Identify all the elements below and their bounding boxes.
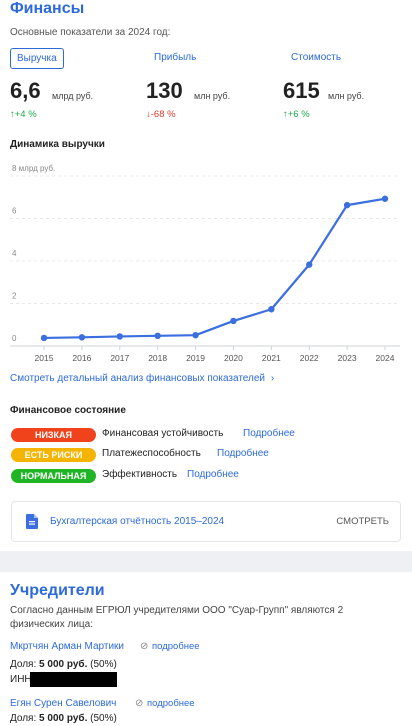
revenue-series-line [43, 197, 386, 340]
data-point [306, 261, 313, 268]
data-point [381, 195, 389, 202]
x-tick-label: 2016 [72, 353, 91, 363]
state-label-solvency: Платежеспособность [102, 448, 201, 459]
value-delta: ↑+6 % [283, 109, 310, 120]
owner-1-share-pct: (50%) [90, 659, 117, 670]
status-badge-risk: ЕСТЬ РИСКИ [11, 448, 96, 462]
state-label-efficiency: Эффективность [102, 469, 178, 480]
profit-unit: млн руб. [194, 91, 231, 101]
state-label-stability: Финансовая устойчивость [102, 428, 224, 439]
owner-2-share: Доля: 5 000 руб. (50%) [10, 713, 117, 724]
report-view-button[interactable]: СМОТРЕТЬ [336, 516, 389, 527]
owner-2-share-value: 5 000 руб. [39, 713, 88, 724]
finances-title: Финансы [10, 0, 85, 17]
data-point [343, 201, 351, 209]
analysis-link[interactable]: Смотреть детальный анализ финансовых пок… [10, 373, 274, 384]
finances-subtitle: Основные показатели за 2024 год: [10, 27, 171, 38]
tab-revenue[interactable]: Выручка [10, 48, 64, 69]
data-point [40, 334, 48, 342]
owner-1-inn: ИНН [10, 674, 32, 685]
data-point [116, 333, 123, 340]
x-tick-label: 2019 [186, 353, 205, 363]
data-point [268, 306, 275, 313]
x-tick-label: 2023 [338, 353, 357, 363]
owner-2-share-pct: (50%) [90, 713, 117, 724]
report-label: Бухгалтерская отчётность 2015–2024 [50, 516, 225, 527]
status-badge-low: НИЗКАЯ [11, 428, 96, 442]
redacted-block [30, 672, 117, 687]
revenue-value: 6,6 [10, 78, 41, 103]
y-tick-label: 2 [12, 292, 17, 301]
owners-title: Учредители [10, 582, 105, 599]
x-tick-label: 2022 [300, 353, 319, 363]
x-tick-label: 2021 [262, 353, 281, 363]
y-tick-label: 0 [12, 334, 17, 343]
owner-1-share-label: Доля: [10, 659, 37, 670]
profit-value: 130 [146, 78, 183, 103]
data-point [192, 331, 199, 339]
revenue-unit: млрд руб. [52, 91, 94, 101]
x-tick-label: 2017 [110, 353, 129, 363]
analysis-link-label: Смотреть детальный анализ финансовых пок… [10, 373, 266, 384]
y-tick-label: 6 [12, 207, 17, 216]
revenue-chart: 8 млрд руб. 6 4 2 0 2015 2016 2017 2018 2019 2020 2… [10, 164, 400, 363]
finances-card: Финансы Основные показатели за 2024 год:… [0, 0, 412, 551]
state-more-solvency[interactable]: Подробнее [217, 448, 269, 459]
status-badge-normal: НОРМАЛЬНАЯ [11, 469, 96, 483]
owner-1-name[interactable]: Мкртчян Арман Мартики [10, 641, 124, 652]
link-icon: ⊘ [135, 698, 144, 709]
owner-1-share: Доля: 5 000 руб. (50%) [10, 659, 117, 670]
tab-value[interactable]: Стоимость [291, 48, 341, 69]
report-row[interactable]: Бухгалтерская отчётность 2015–2024 СМОТР… [11, 501, 401, 542]
revenue-delta: ↑+4 % [10, 109, 37, 120]
y-tick-label: 4 [12, 249, 17, 258]
chart-title: Динамика выручки [10, 139, 105, 150]
owner-1-inn-label: ИНН [10, 674, 32, 685]
owners-intro: Согласно данным ЕГРЮЛ учредителями ООО "… [10, 605, 344, 630]
document-icon [26, 514, 38, 529]
value-unit: млн руб. [328, 91, 365, 101]
chevron-right-icon: › [270, 373, 275, 384]
state-title: Финансовое состояние [10, 405, 126, 416]
x-tick-label: 2020 [224, 353, 243, 363]
state-more-efficiency[interactable]: Подробнее [187, 469, 239, 480]
owner-1-share-value: 5 000 руб. [39, 659, 88, 670]
owner-2-share-label: Доля: [10, 713, 37, 724]
data-point [78, 334, 86, 341]
owner-2-name[interactable]: Егян Сурен Савелович [10, 698, 116, 709]
owners-card: Учредители Согласно данным ЕГРЮЛ учредит… [0, 572, 412, 726]
link-icon: ⊘ [140, 641, 149, 652]
x-tick-label: 2018 [148, 353, 167, 363]
y-tick-label: 8 млрд руб. [12, 164, 55, 173]
tab-profit[interactable]: Прибыль [154, 48, 196, 69]
data-point [154, 332, 161, 340]
owner-2-more[interactable]: подробнее [147, 698, 195, 709]
profit-delta: ↓-68 % [146, 109, 176, 120]
state-more-stability[interactable]: Подробнее [243, 428, 295, 439]
owner-1-more[interactable]: подробнее [152, 641, 200, 652]
x-tick-label: 2024 [376, 353, 395, 363]
value-value: 615 [283, 78, 320, 103]
x-tick-label: 2015 [35, 353, 54, 363]
data-point [230, 317, 237, 325]
